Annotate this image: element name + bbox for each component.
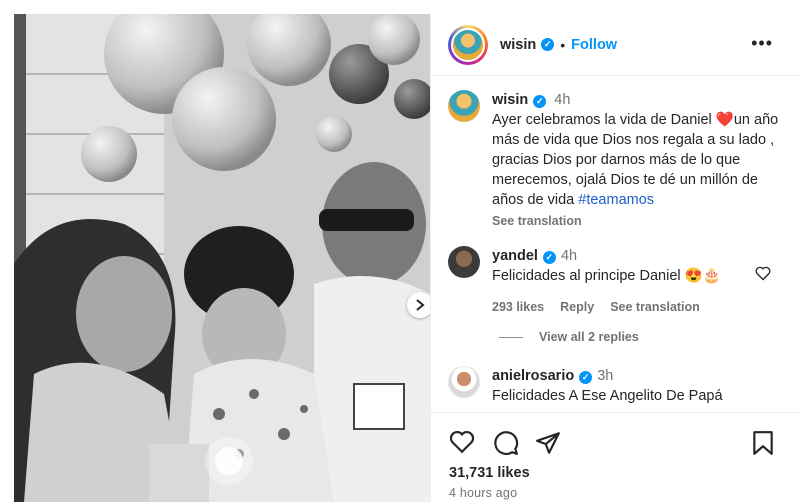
chevron-right-icon [416, 299, 425, 311]
heart-icon[interactable] [449, 430, 475, 454]
heart-icon[interactable] [755, 266, 771, 281]
view-replies-label: View all 2 replies [539, 330, 639, 344]
view-replies-button[interactable]: View all 2 replies [499, 330, 639, 344]
comment-username[interactable]: yandel [492, 248, 538, 264]
verified-icon: ✓ [542, 251, 556, 264]
caption-see-translation[interactable]: See translation [492, 211, 792, 231]
reply-button[interactable]: Reply [560, 297, 594, 317]
comment-text: Felicidades al principe Daniel 😍🎂 [492, 268, 721, 284]
follow-button[interactable]: Follow [571, 37, 617, 53]
post-header: wisin ✓ • Follow ••• [431, 14, 800, 76]
comment-username[interactable]: anielrosario [492, 368, 574, 384]
author-avatar[interactable] [448, 24, 488, 65]
comment-item: yandel ✓ 4h Felicidades al principe Daniel… [448, 246, 793, 317]
comment-see-translation[interactable]: See translation [610, 297, 700, 317]
separator-dot: • [560, 36, 566, 53]
verified-icon: ✓ [533, 95, 547, 108]
comment-item: anielrosario ✓ 3h Felicidades A Ese Angeli… [448, 366, 793, 406]
author-username[interactable]: wisin [500, 37, 536, 53]
likes-count[interactable]: 31,731 likes [449, 465, 530, 481]
comment-icon[interactable] [493, 430, 519, 456]
post-timestamp[interactable]: 4 hours ago [449, 486, 517, 500]
caption-username[interactable]: wisin [492, 92, 528, 108]
verified-icon: ✓ [579, 371, 593, 384]
post-actions: 31,731 likes 4 hours ago [431, 412, 800, 502]
caption: wisin ✓ 4h Ayer celebramos la vida de Dani… [448, 90, 793, 231]
replies-divider [499, 336, 523, 338]
comment-time[interactable]: 4h [561, 248, 577, 264]
post-photo[interactable] [14, 14, 430, 502]
caption-time[interactable]: 4h [554, 92, 570, 108]
more-icon[interactable]: ••• [751, 34, 773, 52]
share-icon[interactable] [535, 430, 561, 456]
comment-text: Felicidades A Ese Angelito De Papá [492, 388, 723, 404]
photo-illustration [14, 14, 430, 502]
comment-likes[interactable]: 293 likes [492, 297, 544, 317]
verified-icon: ✓ [541, 38, 555, 51]
comment-avatar[interactable] [448, 246, 480, 278]
caption-hashtag[interactable]: #teamamos [578, 192, 654, 208]
next-photo-button[interactable] [407, 292, 430, 318]
comment-time[interactable]: 3h [597, 368, 613, 384]
post-side-panel: wisin ✓ • Follow ••• wisin ✓ 4h Ayer celeb… [430, 14, 800, 502]
bookmark-icon[interactable] [751, 430, 775, 456]
comment-avatar[interactable] [448, 366, 480, 398]
caption-avatar[interactable] [448, 90, 480, 122]
